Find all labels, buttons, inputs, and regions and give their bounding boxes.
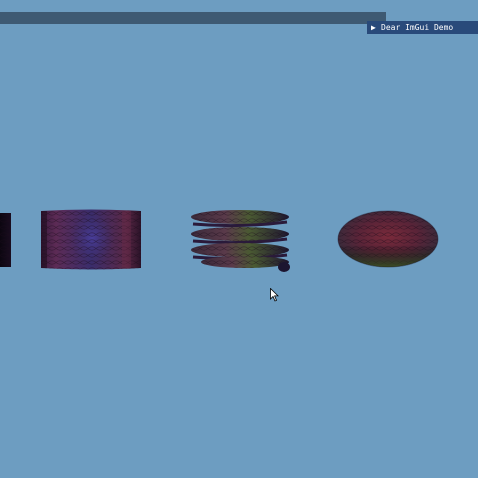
sphere [337, 210, 439, 268]
window-title[interactable]: Dear ImGui Demo [381, 21, 453, 34]
cylinder [41, 209, 141, 270]
triangle-right-icon[interactable]: ▶ [371, 21, 381, 34]
render-viewport[interactable]: ▶ Dear ImGui Demo [0, 0, 478, 478]
partial-cube [0, 213, 11, 267]
mouse-cursor-icon [270, 288, 279, 302]
3d-scene [0, 209, 439, 272]
imgui-demo-window[interactable]: ▶ Dear ImGui Demo [367, 21, 478, 34]
top-menu-strip [0, 12, 386, 24]
spring [191, 210, 290, 272]
